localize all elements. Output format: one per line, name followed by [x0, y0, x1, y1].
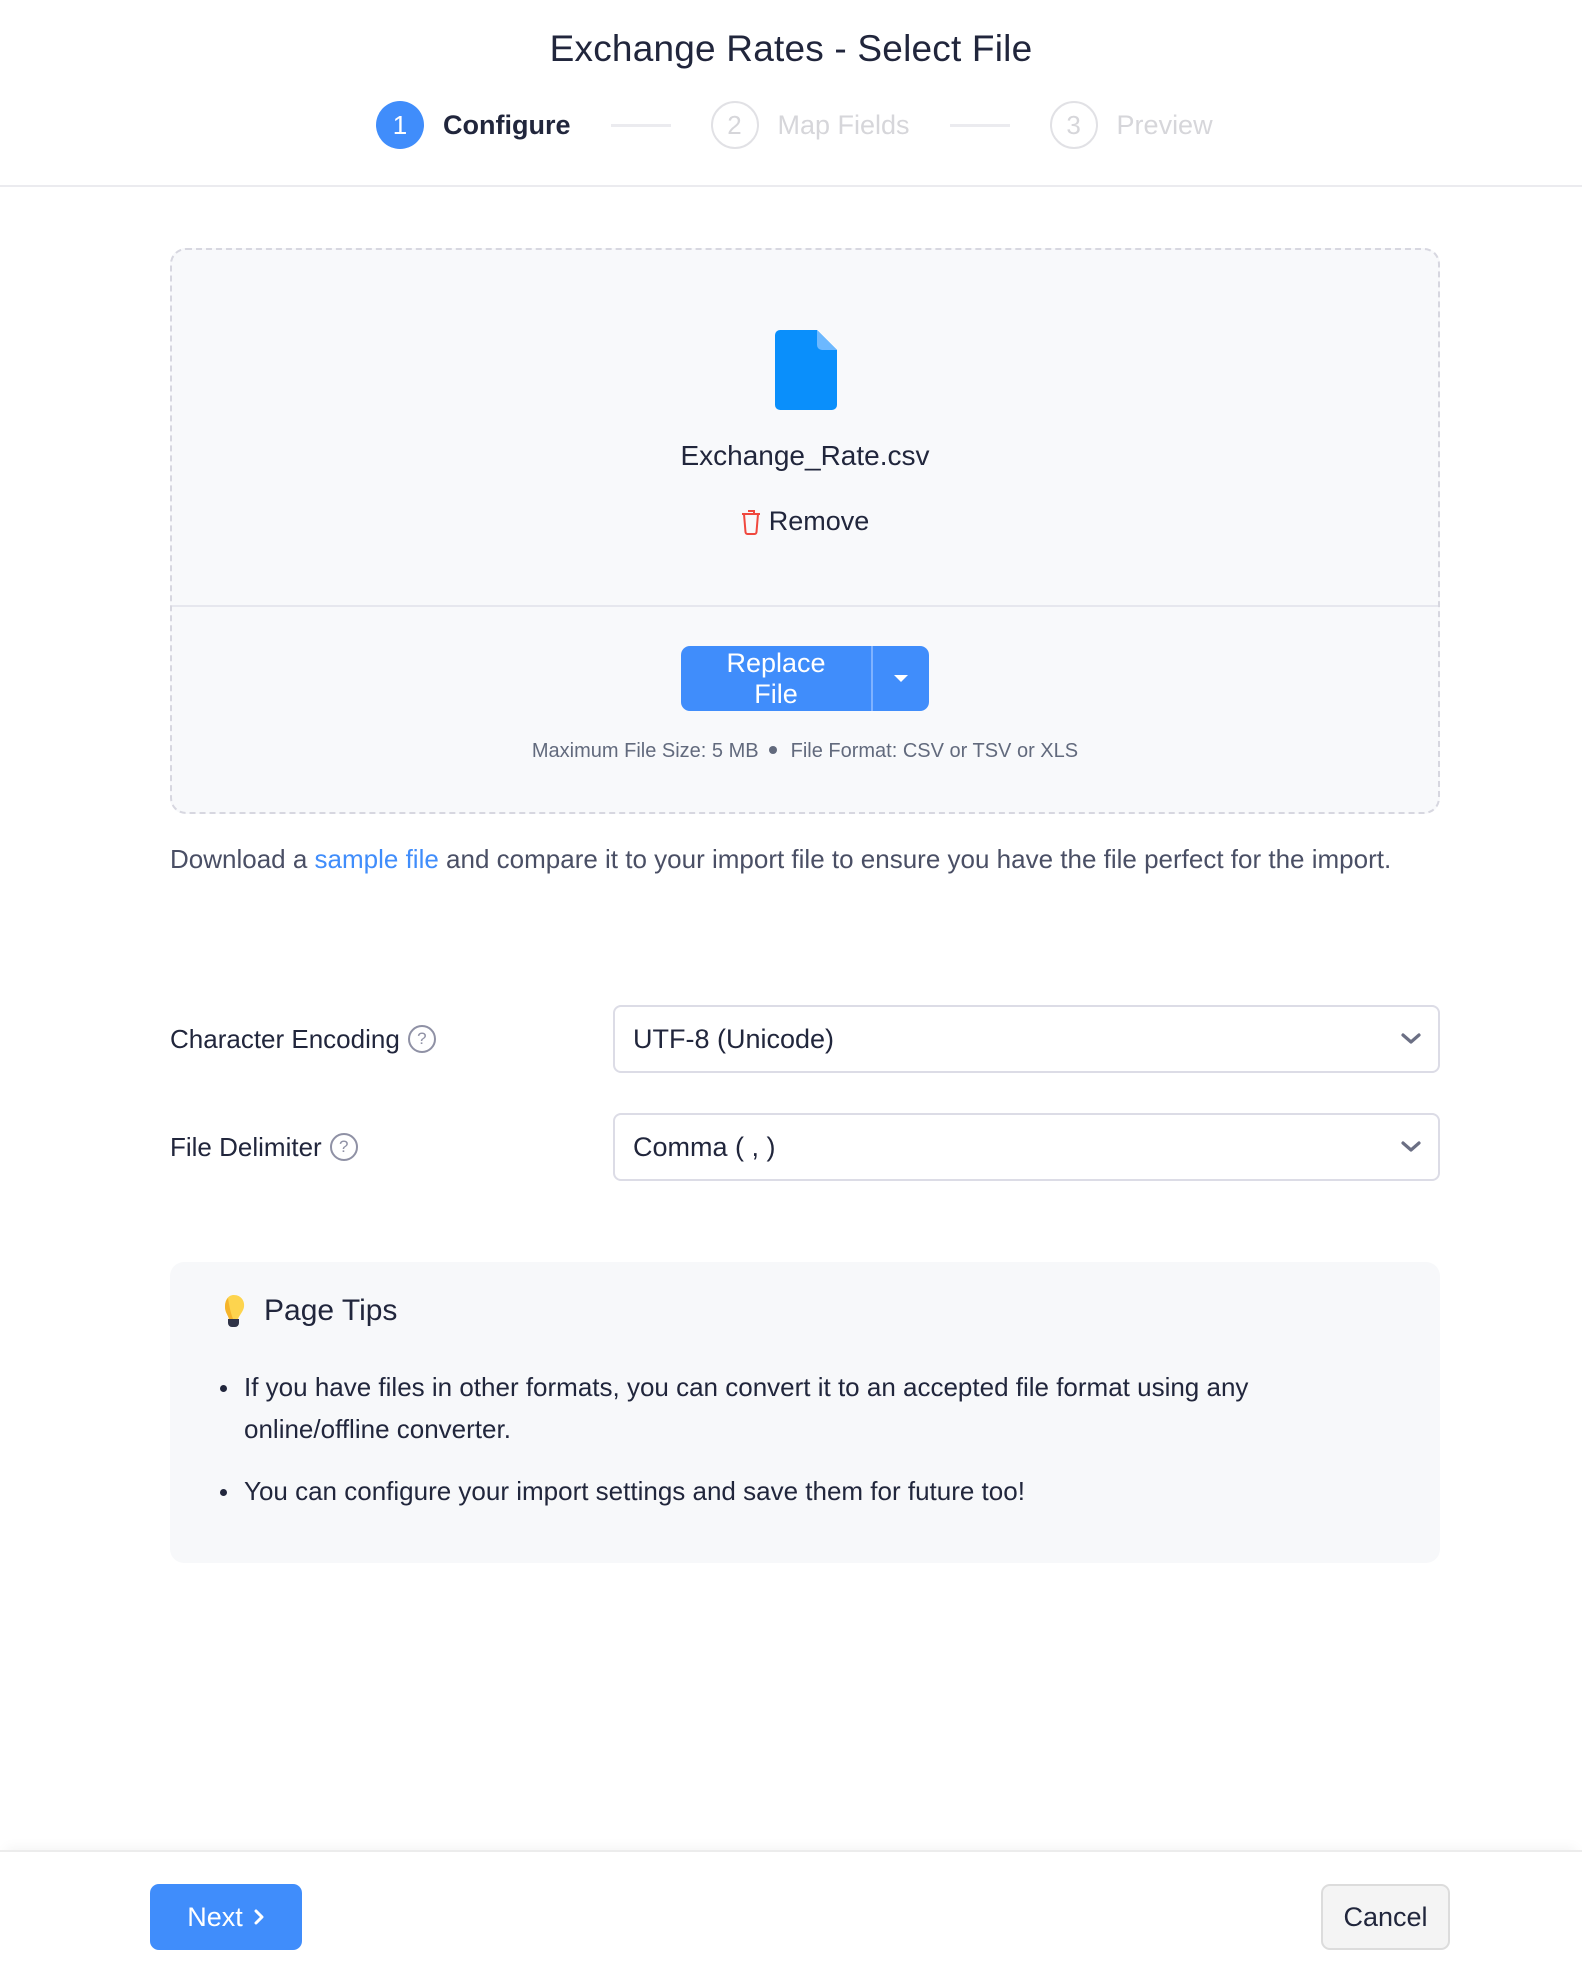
bullet-separator [768, 745, 777, 754]
page-header: Exchange Rates - Select File 1 Configure… [0, 0, 1582, 187]
hint-prefix: Download a [170, 844, 315, 874]
character-encoding-select[interactable]: UTF-8 (Unicode) [613, 1005, 1440, 1073]
tip-item: If you have files in other formats, you … [220, 1366, 1370, 1450]
step-label: Map Fields [777, 109, 910, 140]
caret-down-icon [894, 675, 908, 682]
sample-file-link[interactable]: sample file [315, 844, 439, 874]
footer-bar: Next Cancel [0, 1850, 1582, 1966]
divider [172, 605, 1438, 607]
character-encoding-row: Character Encoding ? UTF-8 (Unicode) [170, 1005, 1440, 1073]
tips-header: Page Tips [220, 1294, 397, 1328]
label-text: Character Encoding [170, 1023, 400, 1054]
step-number: 1 [376, 101, 424, 149]
replace-file-button[interactable]: Replace File [681, 646, 871, 711]
step-label: Configure [443, 109, 571, 140]
character-encoding-label: Character Encoding ? [170, 1005, 436, 1073]
hint-suffix: and compare it to your import file to en… [438, 844, 1392, 874]
trash-icon [741, 509, 760, 535]
remove-label: Remove [768, 506, 870, 536]
file-dropzone[interactable]: Exchange_Rate.csv Remove Replace File Ma… [170, 248, 1440, 814]
help-icon[interactable]: ? [329, 1133, 358, 1161]
replace-options-dropdown[interactable] [873, 646, 929, 711]
document-icon [775, 330, 837, 410]
chevron-down-icon [1401, 1141, 1421, 1152]
select-value: Comma ( , ) [633, 1131, 776, 1162]
file-delimiter-row: File Delimiter ? Comma ( , ) [170, 1113, 1440, 1181]
sample-file-hint: Download a sample file and compare it to… [170, 838, 1440, 880]
file-delimiter-label: File Delimiter ? [170, 1113, 358, 1181]
tips-title: Page Tips [264, 1294, 398, 1327]
next-button[interactable]: Next [150, 1884, 302, 1950]
step-number: 2 [710, 101, 759, 149]
next-label: Next [187, 1901, 243, 1932]
replace-file-split-button: Replace File [681, 646, 929, 711]
cancel-button[interactable]: Cancel [1321, 1884, 1450, 1950]
step-configure[interactable]: 1 Configure [376, 101, 571, 149]
step-label: Preview [1116, 109, 1213, 140]
tips-list: If you have files in other formats, you … [220, 1366, 1370, 1532]
file-limits: Maximum File Size: 5 MB File Format: CSV … [172, 740, 1438, 763]
step-number: 3 [1049, 101, 1098, 149]
stepper: 1 Configure 2 Map Fields 3 Preview [376, 101, 1213, 149]
step-preview: 3 Preview [1049, 101, 1213, 149]
max-file-size: Maximum File Size: 5 MB [531, 740, 759, 762]
help-icon[interactable]: ? [407, 1025, 436, 1053]
tip-item: You can configure your import settings a… [220, 1470, 1370, 1512]
remove-file-button[interactable]: Remove [172, 506, 1438, 537]
step-connector [610, 123, 671, 127]
label-text: File Delimiter [170, 1131, 322, 1162]
file-format: File Format: CSV or TSV or XLS [790, 740, 1079, 762]
lightbulb-icon [225, 1295, 245, 1327]
step-map-fields: 2 Map Fields [710, 101, 910, 149]
chevron-right-icon [254, 1909, 264, 1925]
selected-file-panel: Exchange_Rate.csv Remove [172, 250, 1438, 605]
select-value: UTF-8 (Unicode) [633, 1023, 835, 1054]
file-delimiter-select[interactable]: Comma ( , ) [613, 1113, 1440, 1181]
file-name: Exchange_Rate.csv [680, 440, 930, 471]
page-tips: Page Tips If you have files in other for… [170, 1262, 1440, 1563]
chevron-down-icon [1401, 1033, 1421, 1044]
page-title: Exchange Rates - Select File [549, 28, 1033, 69]
step-connector [949, 123, 1010, 127]
